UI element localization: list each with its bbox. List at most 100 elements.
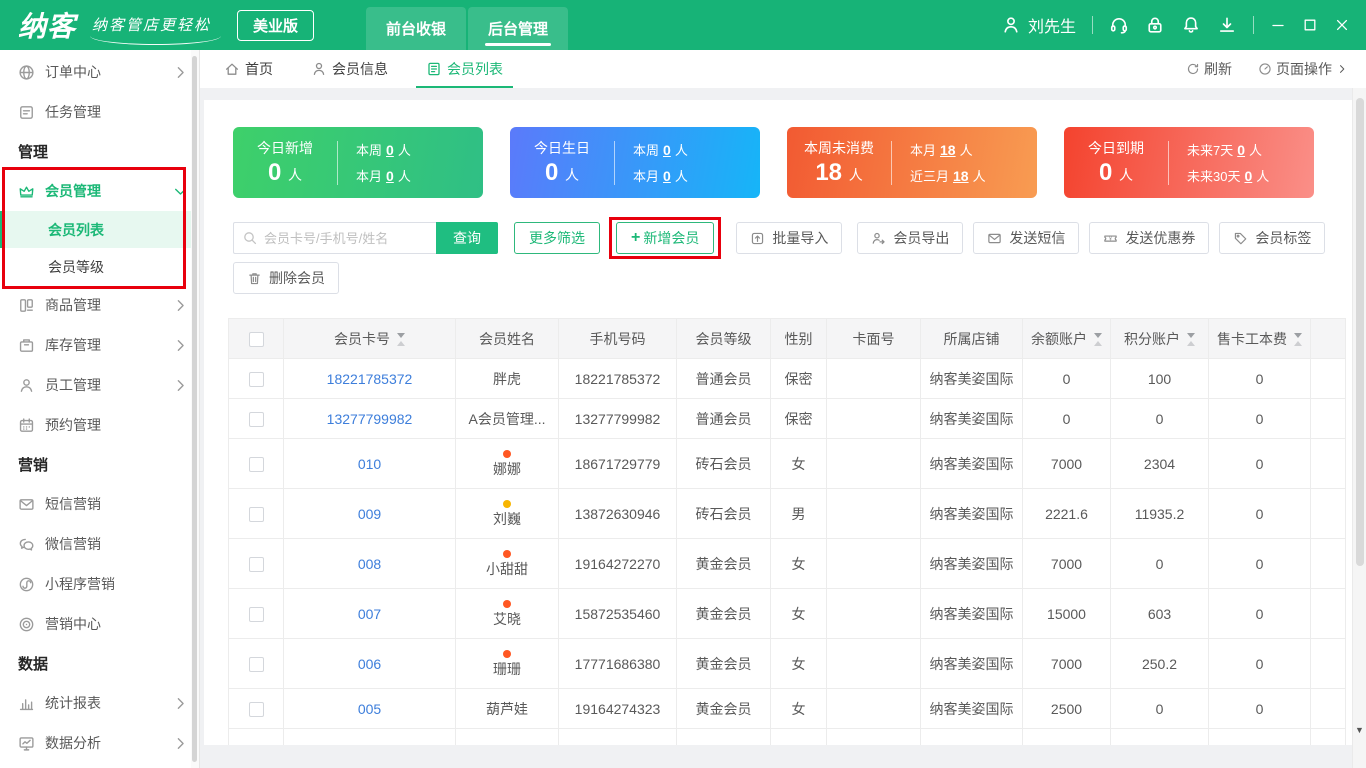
member-card-link[interactable]: 008 xyxy=(358,556,381,572)
member-export-button[interactable]: 会员导出 xyxy=(857,222,964,254)
checkbox-cell xyxy=(228,588,284,639)
column-header-label: 卡面号 xyxy=(852,330,895,347)
add-member-button[interactable]: + 新增会员 xyxy=(608,217,722,259)
table-cell: 女 xyxy=(770,688,827,729)
sort-control[interactable] xyxy=(397,333,405,347)
sidebar-item-预约管理[interactable]: 预约管理 xyxy=(0,405,199,445)
search-input[interactable] xyxy=(264,230,428,246)
sidebar-subitem-会员列表[interactable]: 会员列表 xyxy=(0,211,199,248)
member-card-link[interactable]: 13277799982 xyxy=(327,411,413,427)
member-card-link[interactable]: 007 xyxy=(358,606,381,622)
row-checkbox[interactable] xyxy=(248,656,264,672)
sidebar-item-小程序营销[interactable]: 小程序营销 xyxy=(0,564,199,604)
user-name: 刘先生 xyxy=(1027,19,1076,36)
member-card-cell: 008 xyxy=(283,538,456,589)
sidebar-item-任务管理[interactable]: 任务管理 xyxy=(0,92,199,132)
member-card-link[interactable]: 006 xyxy=(358,656,381,672)
tab-member-list[interactable]: 会员列表 xyxy=(416,50,513,88)
nav-tab-backend[interactable]: 后台管理 xyxy=(468,7,569,50)
send-sms-button[interactable]: 发送短信 xyxy=(973,222,1080,254)
member-card-cell: 007 xyxy=(283,588,456,639)
row-checkbox[interactable] xyxy=(248,556,264,572)
sidebar-item-营销中心[interactable]: 营销中心 xyxy=(0,604,199,644)
table-row: 010 娜娜 18671729779 砖石会员女 纳客美姿国际 7000 2304 0 xyxy=(228,438,1346,489)
header-nav-tabs: 前台收银 后台管理 xyxy=(366,0,569,50)
tab-member-info[interactable]: 会员信息 xyxy=(311,50,388,88)
sidebar-item-员工管理[interactable]: 员工管理 xyxy=(0,365,199,405)
home-icon xyxy=(224,61,240,77)
page-actions-button[interactable]: 页面操作 xyxy=(1258,59,1348,79)
sidebar-item-统计报表[interactable]: 统计报表 xyxy=(0,683,199,723)
sidebar-scrollbar-thumb[interactable] xyxy=(192,56,197,762)
stat-cards: 今日新增 0 人本周 0 人本月 0 人今日生日 0 人本周 0 人本月 0 人本周未消费 18 人本… xyxy=(233,127,1314,198)
table-cell: 0 xyxy=(1110,538,1209,589)
sort-control[interactable] xyxy=(1094,333,1102,347)
table-cell: 女 xyxy=(770,588,827,639)
row-checkbox[interactable] xyxy=(248,456,264,472)
page-tabbar: 首页 会员信息 会员列表 刷新 页面操作 xyxy=(200,50,1366,88)
table-cell: 603 xyxy=(1110,588,1209,639)
table-cell: 保密 xyxy=(770,358,827,399)
row-checkbox[interactable] xyxy=(248,411,264,427)
scroll-down-arrow[interactable]: ▼ xyxy=(1353,726,1366,735)
sort-control[interactable] xyxy=(1294,333,1302,347)
table-cell: 男 xyxy=(770,488,827,539)
table-cell: 黄金会员 xyxy=(676,688,771,729)
lock-icon[interactable] xyxy=(1145,15,1165,35)
delete-member-button[interactable]: 删除会员 xyxy=(233,262,339,294)
member-card-link[interactable]: 005 xyxy=(358,701,381,717)
tab-home[interactable]: 首页 xyxy=(224,50,273,88)
member-card-link[interactable]: 18221785372 xyxy=(327,371,413,387)
send-coupon-button[interactable]: ¥ 发送优惠券 xyxy=(1089,222,1210,254)
member-card-link[interactable]: 009 xyxy=(358,506,381,522)
sidebar-item-数据分析[interactable]: 数据分析 xyxy=(0,723,199,763)
member-name-cell: 娜娜 xyxy=(455,438,559,489)
sidebar-subitem-会员等级[interactable]: 会员等级 xyxy=(0,248,199,285)
sidebar-item-库存管理[interactable]: 库存管理 xyxy=(0,325,199,365)
download-icon[interactable] xyxy=(1217,15,1237,35)
table-cell: 13277799982 xyxy=(558,398,677,439)
stat-card-value: 0 人 xyxy=(544,159,579,186)
minimize-icon[interactable] xyxy=(1270,17,1286,33)
sidebar-item-会员管理[interactable]: 会员管理 xyxy=(0,171,199,211)
status-dot xyxy=(503,599,511,608)
member-tag-button[interactable]: 会员标签 xyxy=(1219,222,1326,254)
table-cell: 250.2 xyxy=(1110,638,1209,689)
bell-icon[interactable] xyxy=(1181,15,1201,35)
chevron-right-icon xyxy=(172,337,189,354)
member-card-link[interactable]: 010 xyxy=(358,456,381,472)
row-checkbox[interactable] xyxy=(248,506,264,522)
member-name: 珊珊 xyxy=(493,660,521,677)
table-cell: 纳客美姿国际 xyxy=(920,538,1023,589)
headset-icon[interactable] xyxy=(1109,15,1129,35)
main-scrollbar-thumb[interactable] xyxy=(1356,98,1364,566)
nav-tab-front-cashier[interactable]: 前台收银 xyxy=(366,7,467,50)
chevron-right-icon xyxy=(172,64,189,81)
batch-import-button[interactable]: 批量导入 xyxy=(736,222,843,254)
column-header-label: 余额账户 xyxy=(1031,330,1087,347)
sort-control[interactable] xyxy=(1187,333,1195,347)
table-cell: 普通会员 xyxy=(676,358,771,399)
staff-icon xyxy=(18,377,35,394)
row-checkbox[interactable] xyxy=(248,371,264,387)
search-button[interactable]: 查询 xyxy=(436,222,498,254)
chevron-right-icon xyxy=(172,735,189,752)
refresh-button[interactable]: 刷新 xyxy=(1186,59,1232,79)
row-checkbox[interactable] xyxy=(248,701,264,717)
main-scrollbar[interactable]: ▼ xyxy=(1352,88,1366,768)
tabbar-actions: 刷新 页面操作 xyxy=(1186,59,1348,79)
sidebar-item-微信营销[interactable]: 微信营销 xyxy=(0,524,199,564)
select-all-checkbox[interactable] xyxy=(248,331,264,347)
maximize-icon[interactable] xyxy=(1302,17,1318,33)
sidebar-item-短信营销[interactable]: 短信营销 xyxy=(0,484,199,524)
row-checkbox[interactable] xyxy=(248,606,264,622)
sidebar-item-商品管理[interactable]: 商品管理 xyxy=(0,285,199,325)
more-filter-button[interactable]: 更多筛选 xyxy=(514,222,600,254)
user-menu[interactable]: 刘先生 xyxy=(1001,13,1076,37)
close-icon[interactable] xyxy=(1334,17,1350,33)
table-cell: 7000 xyxy=(1022,728,1111,745)
sidebar-item-订单中心[interactable]: 订单中心 xyxy=(0,52,199,92)
sidebar-scrollbar[interactable] xyxy=(191,50,199,768)
table-cell: 砖石会员 xyxy=(676,488,771,539)
member-table: 会员卡号 会员姓名 手机号码 会员等级 性别 卡面号 所属店铺 余额账户 积分账户 售卡工本费 18… xyxy=(228,318,1346,745)
